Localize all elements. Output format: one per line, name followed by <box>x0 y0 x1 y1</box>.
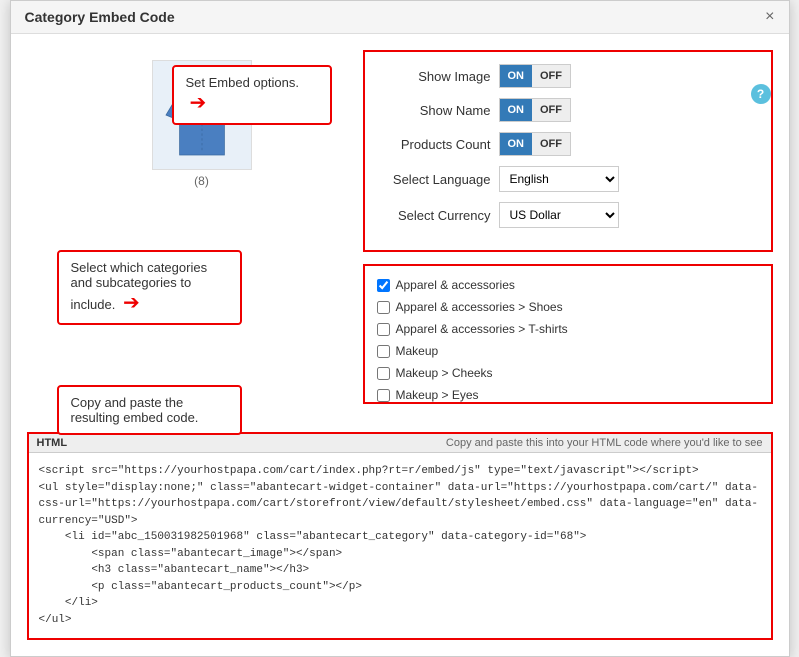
left-panel: (8) Set Embed options. ➔ Select which ca… <box>27 50 347 416</box>
category-label: Apparel & accessories > T-shirts <box>396 322 568 336</box>
close-button[interactable]: × <box>765 9 774 25</box>
currency-select[interactable]: US Dollar Euro GBP <box>499 202 619 228</box>
category-label: Apparel & accessories <box>396 278 515 292</box>
list-item: Makeup > Eyes <box>373 384 763 404</box>
html-label: HTML <box>37 437 68 449</box>
products-count-off[interactable]: OFF <box>532 133 570 155</box>
categories-box: Apparel & accessories Apparel & accessori… <box>363 264 773 404</box>
show-name-label: Show Name <box>381 103 491 118</box>
help-icon[interactable]: ? <box>751 84 771 104</box>
show-name-toggle[interactable]: ON OFF <box>499 98 572 122</box>
select-currency-label: Select Currency <box>381 208 491 223</box>
list-item: Apparel & accessories > T-shirts <box>373 318 763 340</box>
arrow-right-icon-2: ➔ <box>123 290 140 315</box>
language-select[interactable]: English French Spanish German <box>499 166 619 192</box>
show-name-on[interactable]: ON <box>500 99 533 121</box>
dialog-header: Category Embed Code × <box>11 1 789 34</box>
list-item: Apparel & accessories > Shoes <box>373 296 763 318</box>
callout-embed-code: Copy and paste the resulting embed code. <box>57 385 242 435</box>
html-section: HTML Copy and paste this into your HTML … <box>27 432 773 640</box>
category-checkbox[interactable] <box>377 345 390 358</box>
show-name-row: Show Name ON OFF <box>381 98 755 122</box>
category-checkbox[interactable] <box>377 389 390 402</box>
options-box: Show Image ON OFF Show Name ON OFF <box>363 50 773 252</box>
select-language-row: Select Language English French Spanish G… <box>381 166 755 192</box>
arrow-right-icon: ➔ <box>190 90 207 115</box>
list-item: Makeup > Cheeks <box>373 362 763 384</box>
category-label: Makeup > Eyes <box>396 388 479 402</box>
dialog-body: (8) Set Embed options. ➔ Select which ca… <box>11 34 789 432</box>
show-name-off[interactable]: OFF <box>532 99 570 121</box>
products-count-toggle[interactable]: ON OFF <box>499 132 572 156</box>
right-panel: ? Show Image ON OFF Show Name ON OFF <box>363 50 773 416</box>
category-embed-dialog: Category Embed Code × <box>10 0 790 657</box>
callout-embed-options: Set Embed options. ➔ <box>172 65 332 125</box>
products-count-on[interactable]: ON <box>500 133 533 155</box>
category-checkbox[interactable] <box>377 367 390 380</box>
category-label: Makeup <box>396 344 439 358</box>
select-language-label: Select Language <box>381 172 491 187</box>
product-count: (8) <box>194 174 209 188</box>
list-item: Apparel & accessories <box>373 274 763 296</box>
category-label: Makeup > Cheeks <box>396 366 493 380</box>
copy-hint: Copy and paste this into your HTML code … <box>446 437 763 449</box>
select-currency-row: Select Currency US Dollar Euro GBP <box>381 202 755 228</box>
products-count-row: Products Count ON OFF <box>381 132 755 156</box>
show-image-label: Show Image <box>381 69 491 84</box>
html-code[interactable]: <script src="https://yourhostpapa.com/ca… <box>29 453 771 638</box>
show-image-toggle[interactable]: ON OFF <box>499 64 572 88</box>
category-label: Apparel & accessories > Shoes <box>396 300 563 314</box>
show-image-on[interactable]: ON <box>500 65 533 87</box>
category-checkbox[interactable] <box>377 323 390 336</box>
product-preview: (8) Set Embed options. ➔ Select which ca… <box>57 60 347 188</box>
dialog-title: Category Embed Code <box>25 9 175 25</box>
category-checkbox[interactable] <box>377 301 390 314</box>
products-count-label: Products Count <box>381 137 491 152</box>
callout-categories: Select which categories and subcategorie… <box>57 250 242 325</box>
category-checkbox[interactable] <box>377 279 390 292</box>
show-image-off[interactable]: OFF <box>532 65 570 87</box>
show-image-row: Show Image ON OFF <box>381 64 755 88</box>
list-item: Makeup <box>373 340 763 362</box>
